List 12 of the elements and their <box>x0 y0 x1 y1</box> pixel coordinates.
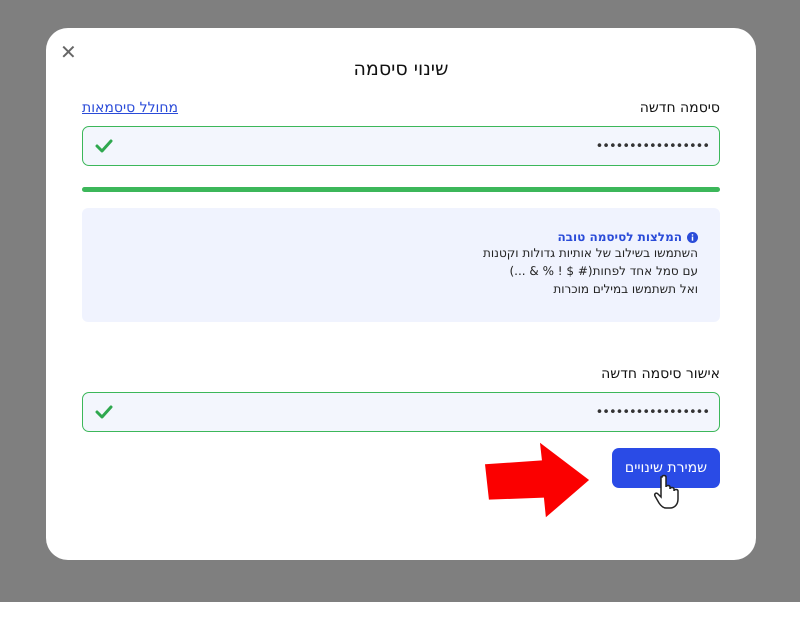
field-label: סיסמה חדשה <box>640 100 720 116</box>
password-generator-link[interactable]: מחולל סיסמאות <box>82 100 178 116</box>
dialog-title: שינוי סיסמה <box>354 58 449 80</box>
tips-title: המלצות לסיסמה טובה <box>557 230 682 244</box>
tip-text: ואל תשתמשו במילים מוכרות <box>553 281 698 298</box>
field-label: אישור סיסמה חדשה <box>601 366 720 382</box>
password-field[interactable]: ••••••••••••••••• <box>82 126 720 166</box>
close-button[interactable]: ✕ <box>60 40 77 65</box>
tip-text: עם סמל אחד לפחות(# $ ! % & ...) <box>509 263 698 280</box>
password-field[interactable]: ••••••••••••••••• <box>82 392 720 432</box>
tip-text: השתמשו בשילוב של אותיות גדולות וקטנות <box>483 245 698 262</box>
save-button[interactable]: שמירת שינויים <box>612 448 720 488</box>
